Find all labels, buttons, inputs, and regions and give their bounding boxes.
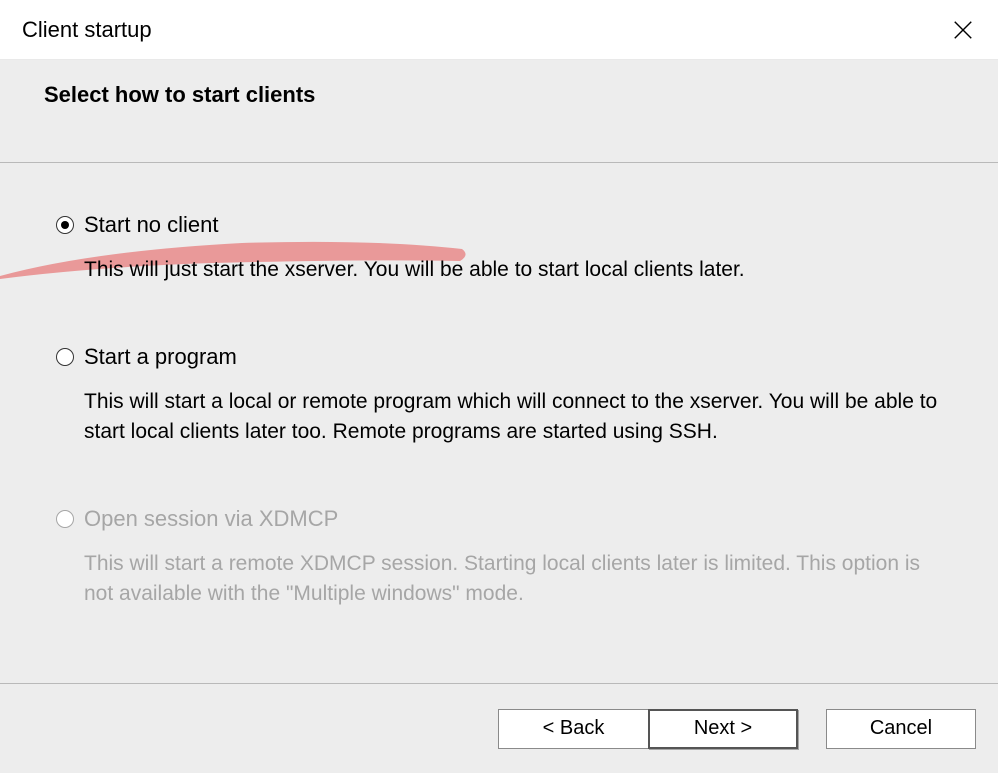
option-start-a-program: Start a program This will start a local … (56, 343, 942, 447)
option-label[interactable]: Start a program (84, 343, 237, 371)
option-description: This will start a remote XDMCP session. … (84, 549, 942, 609)
wizard-header: Select how to start clients (0, 60, 998, 163)
option-start-no-client: Start no client This will just start the… (56, 211, 942, 285)
next-button[interactable]: Next > (648, 709, 798, 749)
back-button[interactable]: < Back (498, 709, 648, 749)
radio-start-no-client[interactable] (56, 216, 74, 234)
title-bar: Client startup (0, 0, 998, 60)
content-area: Start no client This will just start the… (0, 163, 998, 683)
option-label: Open session via XDMCP (84, 505, 338, 533)
close-icon[interactable] (950, 17, 976, 43)
wizard-footer: < Back Next > Cancel (0, 683, 998, 773)
page-title: Select how to start clients (44, 82, 954, 108)
option-description: This will just start the xserver. You wi… (84, 255, 942, 285)
radio-start-a-program[interactable] (56, 348, 74, 366)
option-description: This will start a local or remote progra… (84, 387, 942, 447)
window-title: Client startup (22, 17, 152, 43)
option-xdmcp: Open session via XDMCP This will start a… (56, 505, 942, 609)
cancel-button[interactable]: Cancel (826, 709, 976, 749)
radio-xdmcp (56, 510, 74, 528)
option-label[interactable]: Start no client (84, 211, 219, 239)
